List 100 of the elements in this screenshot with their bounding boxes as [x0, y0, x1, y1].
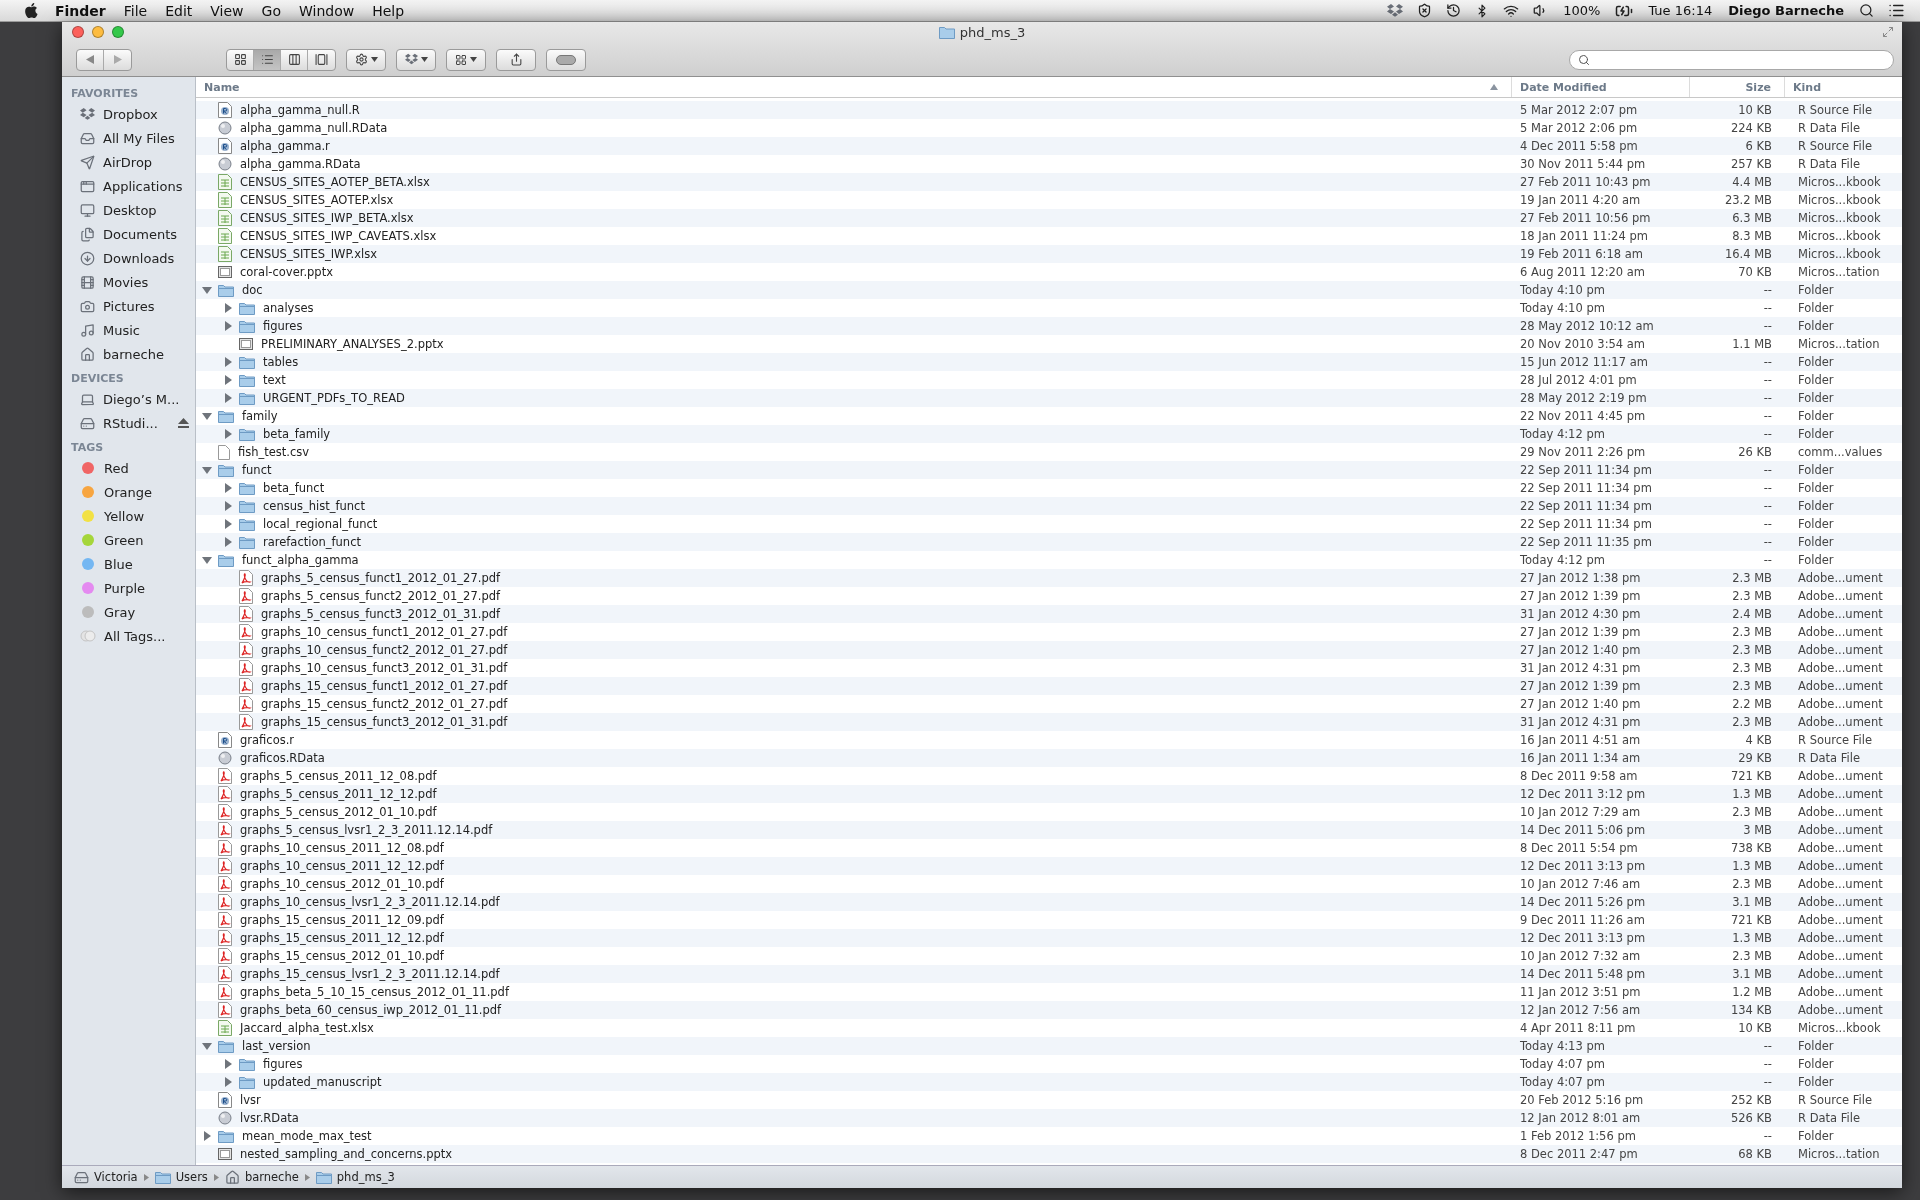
sidebar-item[interactable]: Diego’s M...: [62, 387, 195, 411]
file-name[interactable]: beta_funct: [263, 481, 325, 495]
app-menu[interactable]: Finder: [46, 2, 115, 19]
file-name[interactable]: graphs_15_census_funct2_2012_01_27.pdf: [261, 697, 508, 711]
sidebar-item[interactable]: Pictures: [62, 294, 195, 318]
file-name[interactable]: beta_family: [263, 427, 331, 441]
file-name[interactable]: graphs_beta_5_10_15_census_2012_01_11.pdf: [240, 985, 509, 999]
file-name[interactable]: alpha_gamma.r: [240, 139, 330, 153]
share-button[interactable]: [496, 48, 536, 71]
file-name[interactable]: alpha_gamma_null.RData: [240, 121, 388, 135]
tag-button[interactable]: [546, 48, 586, 71]
list-icon[interactable]: [1888, 2, 1905, 19]
sidebar-item[interactable]: All My Files: [62, 126, 195, 150]
disclosure-right-icon[interactable]: [223, 483, 233, 493]
menu-item[interactable]: Edit: [156, 2, 202, 19]
eject-icon[interactable]: [177, 418, 189, 428]
file-name[interactable]: funct: [242, 463, 272, 477]
minimize-button[interactable]: [92, 26, 104, 38]
file-name[interactable]: coral-cover.pptx: [240, 265, 333, 279]
file-name[interactable]: CENSUS_SITES_IWP.xlsx: [240, 247, 378, 261]
disclosure-right-icon[interactable]: [223, 321, 233, 331]
zoom-button[interactable]: [112, 26, 124, 38]
file-name[interactable]: URGENT_PDFs_TO_READ: [263, 391, 405, 405]
disclosure-right-icon[interactable]: [223, 429, 233, 439]
file-name[interactable]: PRELIMINARY_ANALYSES_2.pptx: [261, 337, 444, 351]
disclosure-right-icon[interactable]: [223, 501, 233, 511]
file-name[interactable]: rarefaction_funct: [263, 535, 361, 549]
menu-item[interactable]: Go: [252, 2, 290, 19]
file-name[interactable]: graphs_15_census_2011_12_12.pdf: [240, 931, 444, 945]
file-name[interactable]: census_hist_funct: [263, 499, 365, 513]
file-name[interactable]: lvsr.RData: [240, 1111, 299, 1125]
column-header[interactable]: Kind: [1785, 77, 1902, 97]
sidebar-item[interactable]: AirDrop: [62, 150, 195, 174]
file-name[interactable]: graphs_5_census_funct3_2012_01_31.pdf: [261, 607, 501, 621]
file-name[interactable]: doc: [242, 283, 263, 297]
file-name[interactable]: graphs_5_census_lvsr1_2_3_2011.12.14.pdf: [240, 823, 493, 837]
path-item[interactable]: phd_ms_3: [315, 1170, 395, 1184]
arrange-button[interactable]: [446, 48, 486, 71]
sidebar-item[interactable]: Purple: [62, 576, 195, 600]
disclosure-down-icon[interactable]: [202, 1041, 212, 1051]
file-name[interactable]: text: [263, 373, 286, 387]
disclosure-down-icon[interactable]: [202, 465, 212, 475]
file-name[interactable]: graphs_15_census_funct1_2012_01_27.pdf: [261, 679, 508, 693]
sidebar-item[interactable]: Movies: [62, 270, 195, 294]
menu-item[interactable]: File: [114, 2, 157, 19]
file-name[interactable]: graphs_10_census_lvsr1_2_3_2011.12.14.pdf: [240, 895, 500, 909]
file-name[interactable]: nested_sampling_and_concerns.pptx: [240, 1147, 453, 1161]
file-name[interactable]: tables: [263, 355, 299, 369]
file-name[interactable]: figures: [263, 319, 303, 333]
sidebar-item[interactable]: Applications: [62, 174, 195, 198]
file-name[interactable]: graphs_10_census_funct1_2012_01_27.pdf: [261, 625, 508, 639]
menu-item[interactable]: View: [201, 2, 253, 19]
file-name[interactable]: graphs_10_census_2011_12_08.pdf: [240, 841, 444, 855]
file-name[interactable]: local_regional_funct: [263, 517, 378, 531]
menu-clock[interactable]: Tue 16:14: [1640, 3, 1721, 18]
column-header[interactable]: Date Modified: [1512, 77, 1690, 97]
sidebar-item[interactable]: Gray: [62, 600, 195, 624]
file-name[interactable]: CENSUS_SITES_IWP_CAVEATS.xlsx: [240, 229, 437, 243]
search-icon[interactable]: [1859, 3, 1874, 18]
file-name[interactable]: graphs_5_census_2011_12_08.pdf: [240, 769, 437, 783]
path-item[interactable]: Victoria: [74, 1169, 138, 1185]
disclosure-right-icon[interactable]: [223, 375, 233, 385]
battery-percentage[interactable]: 100%: [1555, 3, 1609, 18]
sidebar-item[interactable]: Downloads: [62, 246, 195, 270]
disclosure-right-icon[interactable]: [223, 1077, 233, 1087]
menu-item[interactable]: Help: [363, 2, 414, 19]
sidebar-item[interactable]: Desktop: [62, 198, 195, 222]
sidebar-item[interactable]: All Tags...: [62, 624, 195, 648]
file-name[interactable]: graficos.RData: [240, 751, 325, 765]
action-button[interactable]: [346, 48, 386, 71]
file-name[interactable]: graphs_15_census_2011_12_09.pdf: [240, 913, 444, 927]
file-name[interactable]: family: [242, 409, 278, 423]
sidebar-item[interactable]: Yellow: [62, 504, 195, 528]
disclosure-right-icon[interactable]: [223, 393, 233, 403]
file-name[interactable]: funct_alpha_gamma: [242, 553, 359, 567]
search-field[interactable]: [1569, 49, 1894, 70]
file-name[interactable]: last_version: [242, 1039, 311, 1053]
fullscreen-icon[interactable]: [1882, 26, 1894, 38]
file-name[interactable]: mean_mode_max_test: [242, 1129, 372, 1143]
file-name[interactable]: graphs_15_census_funct3_2012_01_31.pdf: [261, 715, 508, 729]
file-name[interactable]: Jaccard_alpha_test.xlsx: [240, 1021, 374, 1035]
sidebar-item[interactable]: barneche: [62, 342, 195, 366]
file-name[interactable]: CENSUS_SITES_IWP_BETA.xlsx: [240, 211, 414, 225]
shield-icon[interactable]: [1417, 3, 1433, 18]
sidebar-item[interactable]: Red: [62, 456, 195, 480]
disclosure-down-icon[interactable]: [202, 285, 212, 295]
sidebar-item[interactable]: Orange: [62, 480, 195, 504]
file-name[interactable]: fish_test.csv: [238, 445, 310, 459]
user-name[interactable]: Diego Barneche: [1720, 3, 1852, 18]
file-name[interactable]: graphs_10_census_funct2_2012_01_27.pdf: [261, 643, 508, 657]
file-name[interactable]: graficos.r: [240, 733, 295, 747]
file-name[interactable]: graphs_beta_60_census_iwp_2012_01_11.pdf: [240, 1003, 502, 1017]
dropbox-button[interactable]: [396, 48, 436, 71]
file-name[interactable]: graphs_5_census_funct1_2012_01_27.pdf: [261, 571, 501, 585]
file-name[interactable]: graphs_5_census_funct2_2012_01_27.pdf: [261, 589, 501, 603]
apple-icon[interactable]: [25, 2, 39, 19]
column-header[interactable]: Size: [1690, 77, 1785, 97]
sidebar-item[interactable]: Documents: [62, 222, 195, 246]
file-name[interactable]: graphs_10_census_2011_12_12.pdf: [240, 859, 444, 873]
file-name[interactable]: graphs_15_census_lvsr1_2_3_2011.12.14.pdf: [240, 967, 500, 981]
